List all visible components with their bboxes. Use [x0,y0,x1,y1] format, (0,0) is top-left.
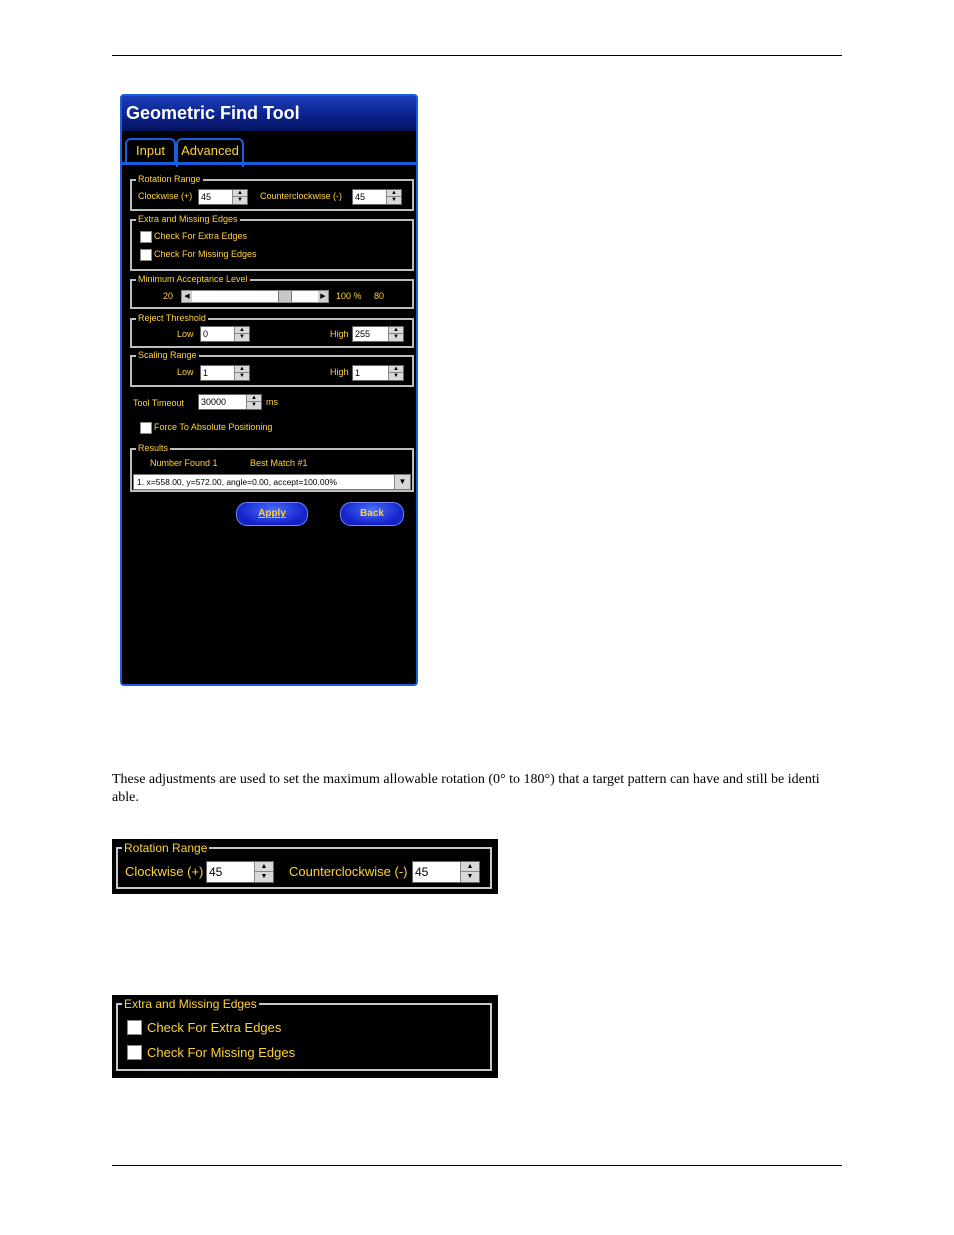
results-dropdown[interactable]: 1. x=558.00, y=572.00, angle=0.00, accep… [133,474,411,490]
reject-high-label: High [330,329,349,339]
crop-missing-edges-label: Check For Missing Edges [147,1045,296,1060]
crop-counterclockwise-spinner[interactable]: ▲▼ [412,861,480,883]
apply-button[interactable]: Apply [236,502,308,526]
clockwise-label: Clockwise (+) [138,191,193,201]
tool-timeout-spinner[interactable]: ▲▼ [198,394,262,410]
best-match: Best Match #1 [250,458,308,468]
tab-input[interactable]: Input [125,138,176,164]
scaling-range-group: Scaling Range Low ▲▼ High ▲▼ [130,349,414,387]
crop-counterclockwise-arrows[interactable]: ▲ ▼ [460,862,479,882]
bottom-rule [112,1165,842,1166]
reject-high-input[interactable] [355,328,387,340]
reject-low-spinner[interactable]: ▲▼ [200,326,250,342]
tool-timeout-input[interactable] [201,396,245,408]
results-selected: 1. x=558.00, y=572.00, angle=0.00, accep… [137,477,337,487]
tool-timeout-label: Tool Timeout [133,398,185,408]
counterclockwise-arrows[interactable]: ▲ ▼ [386,190,401,204]
scaling-high-arrows[interactable]: ▲ ▼ [388,366,403,380]
scaling-high-label: High [330,367,349,377]
rotation-range-group: Rotation Range Clockwise (+) ▲▼ Counterc… [130,173,414,211]
counterclockwise-spinner[interactable]: ▲▼ [352,189,402,205]
absolute-positioning-checkbox[interactable] [140,422,152,434]
missing-edges-checkbox[interactable] [140,249,152,261]
acceptance-min: 20 [163,291,174,301]
scaling-low-spinner[interactable]: ▲▼ [200,365,250,381]
clockwise-spinner[interactable]: ▲▼ [198,189,248,205]
tool-timeout-arrows[interactable]: ▲ ▼ [246,395,261,409]
crop-clockwise-label: Clockwise (+) [125,864,204,879]
scaling-high-input[interactable] [355,367,387,379]
slider-thumb[interactable] [278,291,292,302]
scaling-low-label: Low [177,367,194,377]
reject-high-arrows[interactable]: ▲ ▼ [388,327,403,341]
clockwise-input[interactable] [201,191,231,203]
crop-edges-group: Extra and Missing Edges Check For Extra … [116,997,492,1071]
edges-legend: Extra and Missing Edges [136,213,240,225]
scaling-high-spinner[interactable]: ▲▼ [352,365,404,381]
crop-edges-legend: Extra and Missing Edges [122,997,259,1011]
crop-extra-edges-checkbox[interactable] [127,1020,142,1035]
crop-clockwise-input[interactable] [209,863,257,881]
back-button[interactable]: Back [340,502,404,526]
reject-high-spinner[interactable]: ▲▼ [352,326,404,342]
results-group: Results Number Found 1 Best Match #1 1. … [130,442,414,492]
reject-threshold-legend: Reject Threshold [136,312,208,324]
reject-low-label: Low [177,329,194,339]
rotation-range-legend: Rotation Range [136,173,203,185]
slider-left-arrow[interactable]: ◀ [182,291,192,302]
counterclockwise-input[interactable] [355,191,385,203]
extra-edges-checkbox[interactable] [140,231,152,243]
reject-low-input[interactable] [203,328,233,340]
scaling-range-legend: Scaling Range [136,349,199,361]
top-rule [112,55,842,56]
dropdown-arrow-icon[interactable]: ▼ [394,475,410,489]
acceptance-slider[interactable]: ◀ ▶ [181,290,329,303]
rotation-range-crop: Rotation Range Clockwise (+) ▲▼ Counterc… [112,839,498,894]
absolute-positioning-label: Force To Absolute Positioning [154,422,273,432]
crop-missing-edges-checkbox[interactable] [127,1045,142,1060]
number-found: Number Found 1 [150,458,218,468]
missing-edges-label: Check For Missing Edges [154,249,257,259]
extra-edges-label: Check For Extra Edges [154,231,248,241]
acceptance-group: Minimum Acceptance Level 20 ◀ ▶ 100 % 80 [130,273,414,309]
tool-timeout-unit: ms [266,397,278,407]
edges-group: Extra and Missing Edges Check For Extra … [130,213,414,271]
reject-low-arrows[interactable]: ▲ ▼ [234,327,249,341]
acceptance-max: 100 % [336,291,362,301]
results-legend: Results [136,442,171,454]
tab-underline [122,162,416,165]
scaling-low-input[interactable] [203,367,233,379]
clockwise-arrows[interactable]: ▲ ▼ [232,190,247,204]
acceptance-legend: Minimum Acceptance Level [136,273,250,285]
geometric-find-tool-panel: Geometric Find Tool Input Advanced Rotat… [120,94,418,686]
scaling-low-arrows[interactable]: ▲ ▼ [234,366,249,380]
crop-counterclockwise-label: Counterclockwise (-) [289,864,408,879]
crop-clockwise-spinner[interactable]: ▲▼ [206,861,274,883]
acceptance-value: 80 [374,291,385,301]
counterclockwise-label: Counterclockwise (-) [260,191,343,201]
slider-right-arrow[interactable]: ▶ [318,291,328,302]
crop-rotation-group: Rotation Range Clockwise (+) ▲▼ Counterc… [116,841,492,889]
panel-title: Geometric Find Tool [122,96,416,131]
crop-rotation-legend: Rotation Range [122,841,210,855]
crop-extra-edges-label: Check For Extra Edges [147,1020,282,1035]
edges-crop: Extra and Missing Edges Check For Extra … [112,995,498,1078]
description-paragraph: These adjustments are used to set the ma… [112,772,820,805]
crop-counterclockwise-input[interactable] [415,863,463,881]
reject-threshold-group: Reject Threshold Low ▲▼ High ▲▼ [130,312,414,348]
crop-clockwise-arrows[interactable]: ▲ ▼ [254,862,273,882]
